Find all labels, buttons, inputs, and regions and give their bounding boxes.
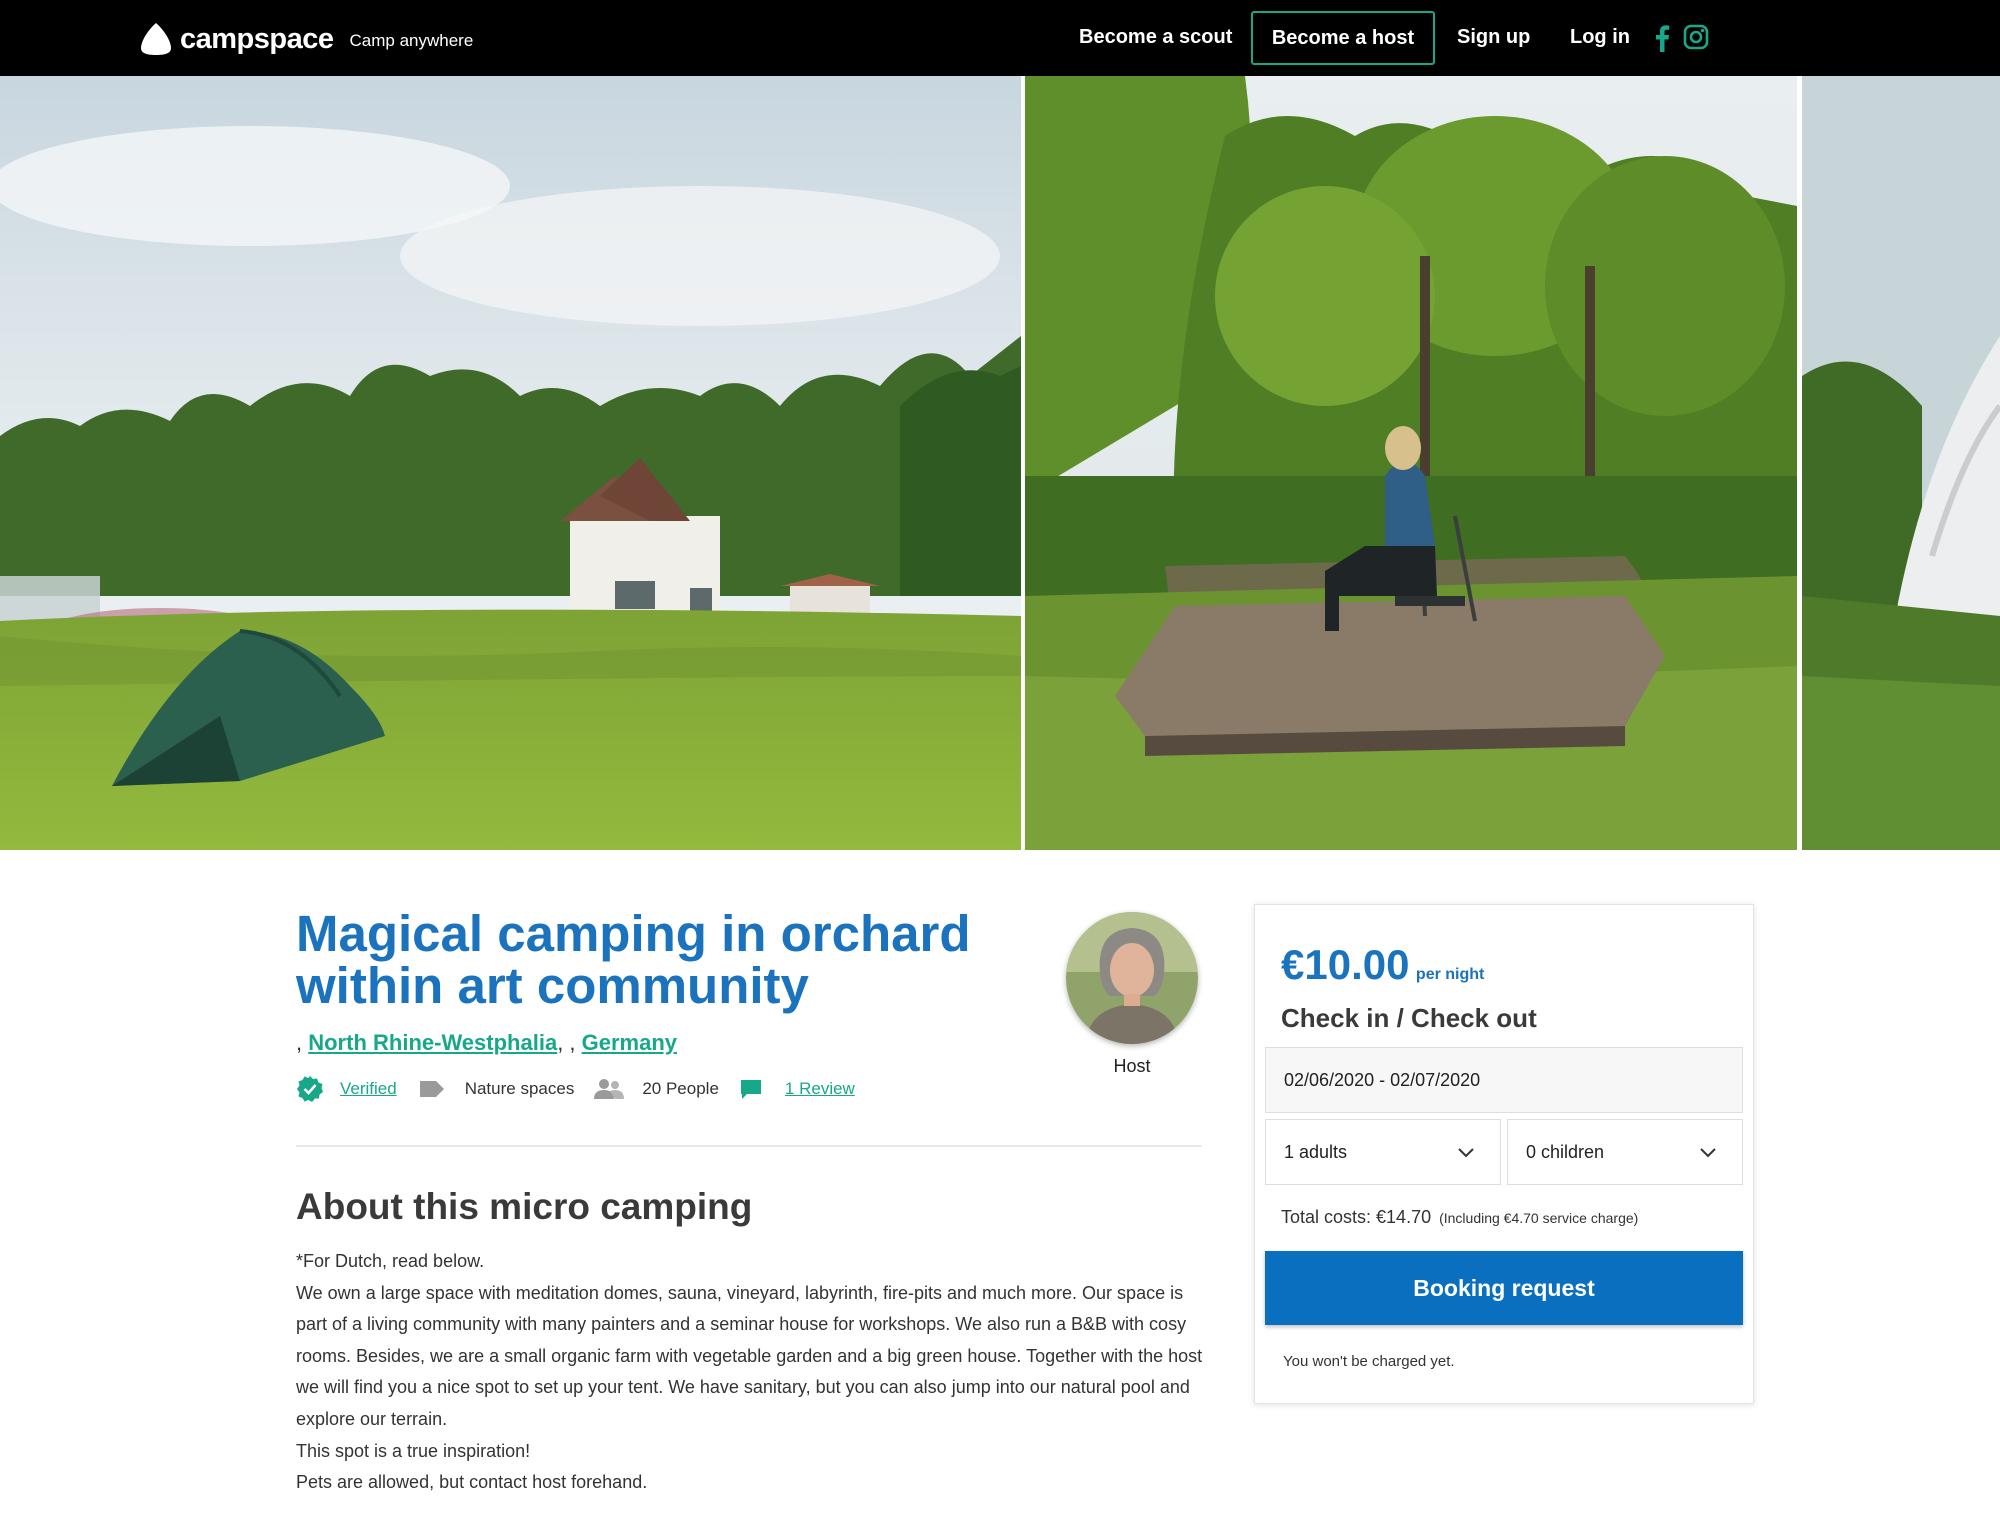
listing-location: , North Rhine-Westphalia, , Germany [296, 1030, 677, 1056]
verified-badge [296, 1075, 324, 1103]
section-divider [296, 1145, 1202, 1147]
listing-title: Magical camping in orchard within art co… [296, 905, 971, 1014]
region-link[interactable]: North Rhine-Westphalia [308, 1030, 557, 1055]
gallery-photo-pond-deck[interactable] [1025, 76, 1797, 850]
category-label: Nature spaces [464, 1079, 575, 1098]
price-display: €10.00 per night [1281, 941, 1484, 989]
tent-logo-icon [141, 23, 171, 55]
gallery-photo-dome[interactable] [1802, 76, 2000, 850]
about-paragraph: We own a large space with meditation dom… [296, 1282, 1203, 1429]
brand-logo[interactable]: campspace Camp anywhere [138, 20, 473, 58]
nav-log-in[interactable]: Log in [1570, 26, 1630, 49]
no-charge-note: You won't be charged yet. [1283, 1353, 1455, 1370]
gallery-photo-tent-field[interactable] [0, 76, 1021, 850]
children-select[interactable]: 0 children [1507, 1119, 1743, 1185]
host-avatar[interactable] [1066, 912, 1198, 1044]
total-costs: Total costs: €14.70 (Including €4.70 serv… [1281, 1207, 1638, 1228]
location-separator: , , [557, 1030, 582, 1055]
listing-meta: Verified Nature spaces 20 People 1 Revie… [296, 1074, 855, 1104]
brand-name: campspace [180, 22, 334, 55]
price-amount: €10.00 [1281, 941, 1410, 988]
photo-gallery[interactable] [0, 76, 2000, 850]
about-paragraph: This spot is a true inspiration! [296, 1440, 531, 1461]
chevron-down-icon [1458, 1148, 1474, 1158]
tag-icon [419, 1081, 444, 1097]
reviews-link[interactable]: 1 Review [785, 1079, 855, 1099]
nav-sign-up[interactable]: Sign up [1457, 26, 1530, 49]
adults-value: 1 adults [1284, 1141, 1348, 1162]
checkin-checkout-label: Check in / Check out [1281, 1003, 1537, 1033]
top-navbar: campspace Camp anywhere Become a scout B… [0, 0, 2000, 76]
date-range-input[interactable]: 02/06/2020 - 02/07/2020 [1265, 1047, 1743, 1113]
booking-card: €10.00 per night Check in / Check out 02… [1254, 904, 1754, 1404]
children-value: 0 children [1526, 1141, 1605, 1162]
nav-become-scout[interactable]: Become a scout [1079, 26, 1232, 49]
total-amount: Total costs: €14.70 [1281, 1207, 1432, 1227]
comment-icon [740, 1080, 761, 1099]
nav-become-host-button[interactable]: Become a host [1251, 11, 1435, 65]
people-icon [594, 1079, 625, 1099]
service-charge-note: (Including €4.70 service charge) [1439, 1210, 1639, 1226]
location-prefix: , [296, 1030, 309, 1055]
about-paragraph: *For Dutch, read below. [296, 1251, 485, 1271]
capacity-label: 20 People [642, 1079, 719, 1098]
price-unit: per night [1415, 966, 1485, 983]
instagram-icon[interactable] [1683, 24, 1709, 50]
chevron-down-icon [1700, 1148, 1716, 1158]
about-description: *For Dutch, read below. We own a large s… [296, 1246, 1208, 1499]
brand-tagline: Camp anywhere [349, 30, 474, 50]
host-block[interactable]: Host [1066, 912, 1198, 1077]
about-paragraph: Pets are allowed, but contact host foreh… [296, 1472, 648, 1493]
country-link[interactable]: Germany [582, 1030, 677, 1055]
facebook-icon[interactable] [1654, 24, 1670, 52]
booking-request-button[interactable]: Booking request [1265, 1251, 1743, 1325]
host-label: Host [1113, 1056, 1151, 1076]
verified-link[interactable]: Verified [340, 1079, 397, 1099]
about-heading: About this micro camping [296, 1186, 753, 1227]
verified-check-icon [297, 1076, 323, 1102]
adults-select[interactable]: 1 adults [1265, 1119, 1501, 1185]
